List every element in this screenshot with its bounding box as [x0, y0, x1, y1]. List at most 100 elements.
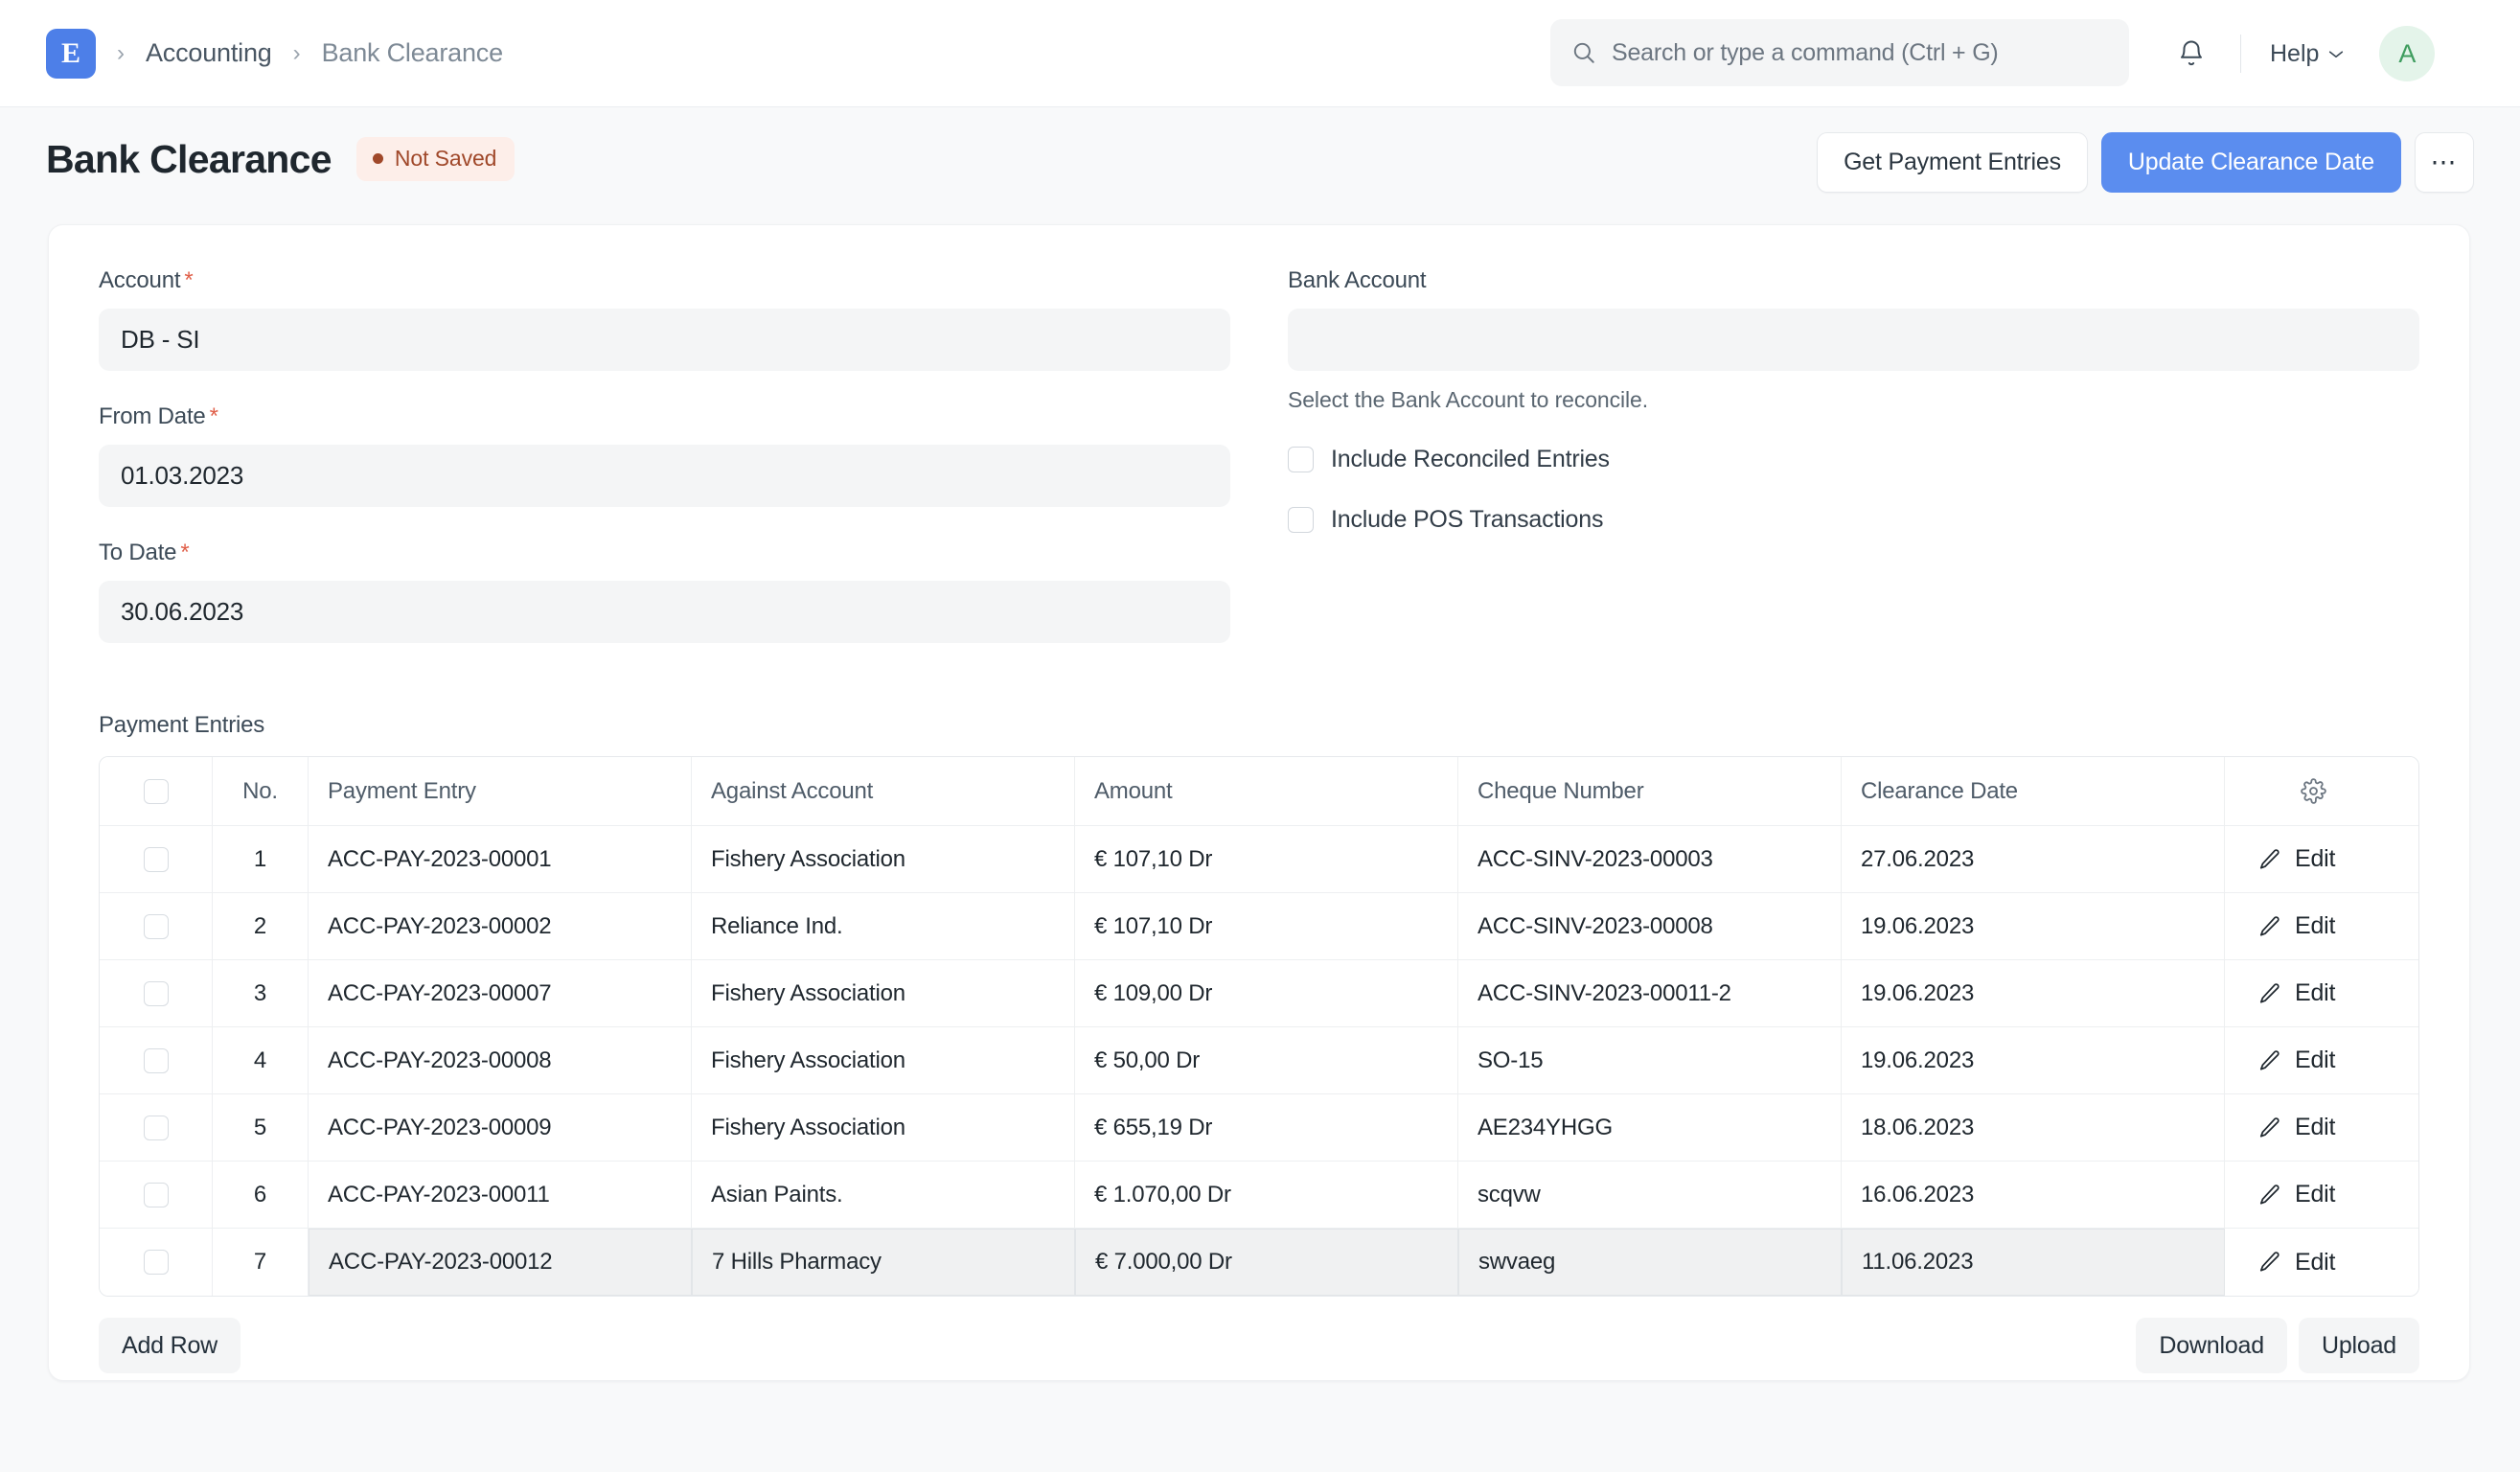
column-header-amount[interactable]: Amount [1075, 757, 1458, 825]
row-select-checkbox-cell[interactable] [100, 1094, 213, 1161]
row-select-checkbox[interactable] [144, 1048, 169, 1073]
cell-amount[interactable]: € 107,10 Dr [1075, 893, 1458, 959]
row-select-checkbox-cell[interactable] [100, 1162, 213, 1228]
navbar-right-actions: Help A [2165, 0, 2435, 107]
column-settings-cell[interactable] [2225, 757, 2419, 825]
cell-amount[interactable]: € 655,19 Dr [1075, 1094, 1458, 1161]
row-edit-label: Edit [2295, 979, 2335, 1007]
cell-against-account[interactable]: Fishery Association [692, 826, 1075, 892]
row-select-checkbox-cell[interactable] [100, 826, 213, 892]
cell-cheque-number[interactable]: SO-15 [1458, 1027, 1842, 1093]
bank-account-input[interactable] [1288, 309, 2419, 371]
add-row-button[interactable]: Add Row [99, 1318, 241, 1373]
row-edit-button[interactable]: Edit [2225, 826, 2419, 892]
row-select-checkbox-cell[interactable] [100, 1027, 213, 1093]
row-select-checkbox[interactable] [144, 1183, 169, 1208]
checkbox-include-reconciled-entries[interactable]: Include Reconciled Entries [1288, 446, 2419, 473]
cell-clearance-date[interactable]: 19.06.2023 [1842, 893, 2225, 959]
to-date-input[interactable]: 30.06.2023 [99, 581, 1230, 643]
row-select-checkbox-cell[interactable] [100, 1229, 213, 1296]
field-account-label: Account* [99, 267, 1230, 294]
row-edit-button[interactable]: Edit [2225, 1094, 2419, 1161]
cell-against-account[interactable]: Fishery Association [692, 1094, 1075, 1161]
get-payment-entries-button[interactable]: Get Payment Entries [1817, 132, 2088, 193]
cell-cheque-number[interactable]: ACC-SINV-2023-00008 [1458, 893, 1842, 959]
cell-amount[interactable]: € 109,00 Dr [1075, 960, 1458, 1026]
download-button[interactable]: Download [2136, 1318, 2287, 1373]
breadcrumb-item-accounting[interactable]: Accounting [146, 38, 272, 68]
cell-clearance-date[interactable]: 19.06.2023 [1842, 1027, 2225, 1093]
field-from-date: From Date* 01.03.2023 [99, 403, 1230, 507]
cell-amount[interactable]: € 1.070,00 Dr [1075, 1162, 1458, 1228]
breadcrumb-item-bank-clearance[interactable]: Bank Clearance [322, 38, 503, 68]
row-edit-button[interactable]: Edit [2225, 1027, 2419, 1093]
cell-against-account[interactable]: Fishery Association [692, 960, 1075, 1026]
row-select-checkbox[interactable] [144, 1116, 169, 1140]
cell-payment-entry[interactable]: ACC-PAY-2023-00012 [309, 1229, 692, 1296]
cell-against-account[interactable]: Asian Paints. [692, 1162, 1075, 1228]
cell-cheque-number[interactable]: AE234YHGG [1458, 1094, 1842, 1161]
table-row[interactable]: 3ACC-PAY-2023-00007Fishery Association€ … [100, 960, 2418, 1027]
row-edit-button[interactable]: Edit [2225, 1229, 2419, 1296]
table-row[interactable]: 1ACC-PAY-2023-00001Fishery Association€ … [100, 826, 2418, 893]
row-select-checkbox[interactable] [144, 914, 169, 939]
row-select-checkbox[interactable] [144, 981, 169, 1006]
cell-against-account[interactable]: 7 Hills Pharmacy [692, 1229, 1075, 1296]
select-all-checkbox[interactable] [144, 779, 169, 804]
column-header-payment-entry[interactable]: Payment Entry [309, 757, 692, 825]
cell-amount[interactable]: € 107,10 Dr [1075, 826, 1458, 892]
row-edit-button[interactable]: Edit [2225, 1162, 2419, 1228]
cell-against-account[interactable]: Fishery Association [692, 1027, 1075, 1093]
app-logo[interactable]: E [46, 29, 96, 79]
upload-button[interactable]: Upload [2299, 1318, 2419, 1373]
table-row[interactable]: 7ACC-PAY-2023-000127 Hills Pharmacy€ 7.0… [100, 1229, 2418, 1296]
cell-payment-entry[interactable]: ACC-PAY-2023-00008 [309, 1027, 692, 1093]
update-clearance-date-button[interactable]: Update Clearance Date [2101, 132, 2401, 193]
checkbox-include-pos-transactions[interactable]: Include POS Transactions [1288, 506, 2419, 534]
checkbox-box-reconciled[interactable] [1288, 447, 1314, 472]
cell-payment-entry[interactable]: ACC-PAY-2023-00011 [309, 1162, 692, 1228]
checkbox-box-pos[interactable] [1288, 507, 1314, 533]
row-select-checkbox-cell[interactable] [100, 893, 213, 959]
cell-payment-entry[interactable]: ACC-PAY-2023-00007 [309, 960, 692, 1026]
row-edit-button[interactable]: Edit [2225, 960, 2419, 1026]
from-date-input[interactable]: 01.03.2023 [99, 445, 1230, 507]
column-header-clearance-date[interactable]: Clearance Date [1842, 757, 2225, 825]
cell-payment-entry[interactable]: ACC-PAY-2023-00009 [309, 1094, 692, 1161]
cell-cheque-number[interactable]: swvaeg [1458, 1229, 1842, 1296]
account-input[interactable]: DB - SI [99, 309, 1230, 371]
cell-clearance-date[interactable]: 18.06.2023 [1842, 1094, 2225, 1161]
cell-amount[interactable]: € 50,00 Dr [1075, 1027, 1458, 1093]
row-edit-button[interactable]: Edit [2225, 893, 2419, 959]
row-select-checkbox-cell[interactable] [100, 960, 213, 1026]
more-options-button[interactable]: ⋯ [2415, 132, 2474, 193]
table-row[interactable]: 2ACC-PAY-2023-00002Reliance Ind.€ 107,10… [100, 893, 2418, 960]
column-header-cheque-number[interactable]: Cheque Number [1458, 757, 1842, 825]
row-select-checkbox[interactable] [144, 847, 169, 872]
table-row[interactable]: 4ACC-PAY-2023-00008Fishery Association€ … [100, 1027, 2418, 1094]
cell-cheque-number[interactable]: scqvw [1458, 1162, 1842, 1228]
global-search-input[interactable]: Search or type a command (Ctrl + G) [1550, 19, 2129, 86]
column-header-no[interactable]: No. [213, 757, 309, 825]
column-header-against-account[interactable]: Against Account [692, 757, 1075, 825]
field-from-date-label-text: From Date [99, 403, 206, 429]
cell-clearance-date[interactable]: 16.06.2023 [1842, 1162, 2225, 1228]
cell-against-account[interactable]: Reliance Ind. [692, 893, 1075, 959]
select-all-checkbox-cell[interactable] [100, 757, 213, 825]
cell-cheque-number[interactable]: ACC-SINV-2023-00003 [1458, 826, 1842, 892]
breadcrumb-separator-2: › [293, 42, 301, 65]
table-row[interactable]: 5ACC-PAY-2023-00009Fishery Association€ … [100, 1094, 2418, 1162]
top-navbar: E › Accounting › Bank Clearance Search o… [0, 0, 2520, 107]
cell-amount[interactable]: € 7.000,00 Dr [1075, 1229, 1458, 1296]
user-avatar[interactable]: A [2379, 26, 2435, 81]
help-menu-button[interactable]: Help [2264, 33, 2350, 76]
cell-payment-entry[interactable]: ACC-PAY-2023-00001 [309, 826, 692, 892]
notifications-button[interactable] [2165, 28, 2217, 80]
cell-payment-entry[interactable]: ACC-PAY-2023-00002 [309, 893, 692, 959]
cell-clearance-date[interactable]: 27.06.2023 [1842, 826, 2225, 892]
cell-cheque-number[interactable]: ACC-SINV-2023-00011-2 [1458, 960, 1842, 1026]
cell-clearance-date[interactable]: 11.06.2023 [1842, 1229, 2225, 1296]
cell-clearance-date[interactable]: 19.06.2023 [1842, 960, 2225, 1026]
row-select-checkbox[interactable] [144, 1250, 169, 1275]
table-row[interactable]: 6ACC-PAY-2023-00011Asian Paints.€ 1.070,… [100, 1162, 2418, 1229]
